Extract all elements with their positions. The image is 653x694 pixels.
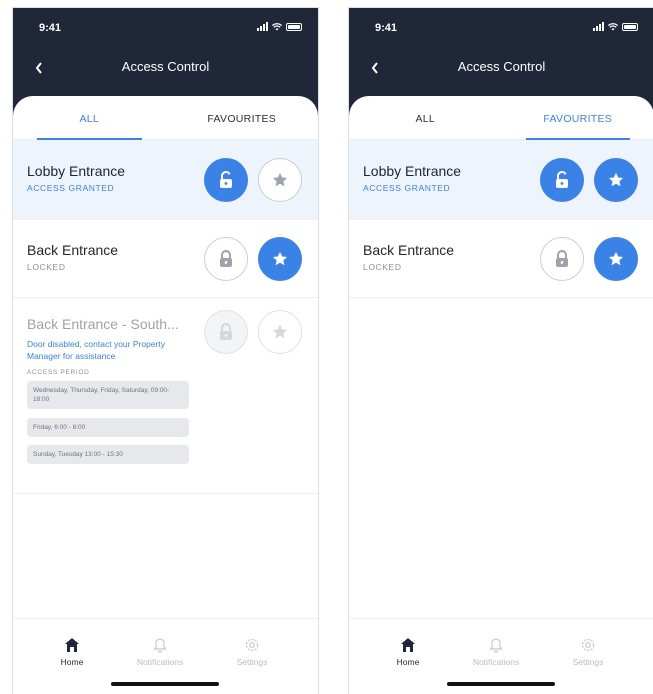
nav-label: Home [60,657,84,667]
wifi-icon [608,22,618,30]
nav-notifications[interactable]: Notifications [125,637,195,667]
door-status: LOCKED [363,262,402,272]
phone-screen-all: 9:41 Access Control ALL FAVOURITES Lobby… [12,7,319,694]
home-icon [65,638,79,652]
nav-label: Settings [572,657,604,667]
favourite-button[interactable] [594,237,638,281]
tab-favourites[interactable]: FAVOURITES [166,96,319,139]
status-icons [257,22,302,31]
star-icon [272,251,288,266]
door-title: Lobby Entrance [363,163,462,179]
status-time: 9:41 [39,22,62,34]
home-indicator [447,682,555,686]
status-time: 9:41 [375,22,398,34]
home-icon [401,638,415,652]
signal-icon [257,22,268,31]
tab-all[interactable]: ALL [349,96,502,139]
access-period-chip: Friday, 6:00 - 8:00 [27,418,189,437]
status-icons [593,22,638,31]
door-status: ACCESS GRANTED [27,183,115,193]
door-status: LOCKED [27,262,66,272]
door-title: Back Entrance [27,242,119,258]
gear-icon [581,638,595,652]
unlocked-padlock-icon [220,171,232,188]
favourite-button[interactable] [258,158,302,202]
tab-bar: ALL FAVOURITES [349,96,653,140]
content-sheet: ALL FAVOURITES Lobby Entrance ACCESS GRA… [13,96,318,694]
page-title: Access Control [121,59,210,74]
door-row-lobby[interactable]: Lobby Entrance ACCESS GRANTED [349,140,653,220]
access-period-label: ACCESS PERIOD [27,369,90,376]
tab-all[interactable]: ALL [13,96,166,140]
unlock-button[interactable] [540,158,584,202]
bell-icon [489,638,503,653]
unlocked-padlock-icon [556,171,568,188]
door-title: Back Entrance - South... [27,316,179,332]
nav-settings[interactable]: Settings [553,637,623,667]
star-icon [608,172,624,187]
bell-icon [153,638,167,653]
padlock-icon [220,323,232,340]
disabled-note: Door disabled, contact your Property Man… [27,339,165,361]
gear-icon [245,638,259,652]
favourite-button[interactable] [594,158,638,202]
nav-home[interactable]: Home [37,637,107,667]
star-icon [272,172,288,187]
star-icon [608,251,624,266]
content-sheet: ALL FAVOURITES Lobby Entrance ACCESS GRA… [349,96,653,694]
page-title: Access Control [457,59,546,74]
signal-icon [593,22,604,31]
door-row-back-south[interactable]: Back Entrance - South... Door disabled, … [13,298,318,494]
favourite-button[interactable] [258,237,302,281]
lock-button-disabled [204,310,248,354]
padlock-icon [220,250,232,267]
door-title: Back Entrance [363,242,455,258]
lock-button[interactable] [540,237,584,281]
door-status: ACCESS GRANTED [363,183,451,193]
tab-bar: ALL FAVOURITES [13,96,318,140]
wifi-icon [272,22,282,30]
nav-notifications[interactable]: Notifications [461,637,531,667]
nav-settings[interactable]: Settings [217,637,287,667]
battery-icon [286,22,302,31]
door-title: Lobby Entrance [27,163,126,179]
nav-label: Settings [236,657,268,667]
star-icon [272,324,288,339]
lock-button[interactable] [204,237,248,281]
home-indicator [111,682,219,686]
access-period-chip: Wednesday, Thursday, Friday, Saturday, 0… [27,381,189,409]
door-row-back[interactable]: Back Entrance LOCKED [13,220,318,298]
nav-home[interactable]: Home [373,637,443,667]
access-period-chip: Sunday, Tuesday 13:00 - 15:30 [27,445,189,464]
door-row-back[interactable]: Back Entrance LOCKED [349,220,653,298]
phone-screen-favourites: 9:41 Access Control ALL FAVOURITES Lobby… [348,7,653,694]
door-row-lobby[interactable]: Lobby Entrance ACCESS GRANTED [13,140,318,220]
padlock-icon [556,250,568,267]
tab-favourites[interactable]: FAVOURITES [502,96,653,140]
favourite-button[interactable] [258,310,302,354]
battery-icon [622,22,638,31]
nav-label: Home [396,657,420,667]
unlock-button[interactable] [204,158,248,202]
nav-label: Notifications [136,657,184,667]
nav-label: Notifications [472,657,520,667]
